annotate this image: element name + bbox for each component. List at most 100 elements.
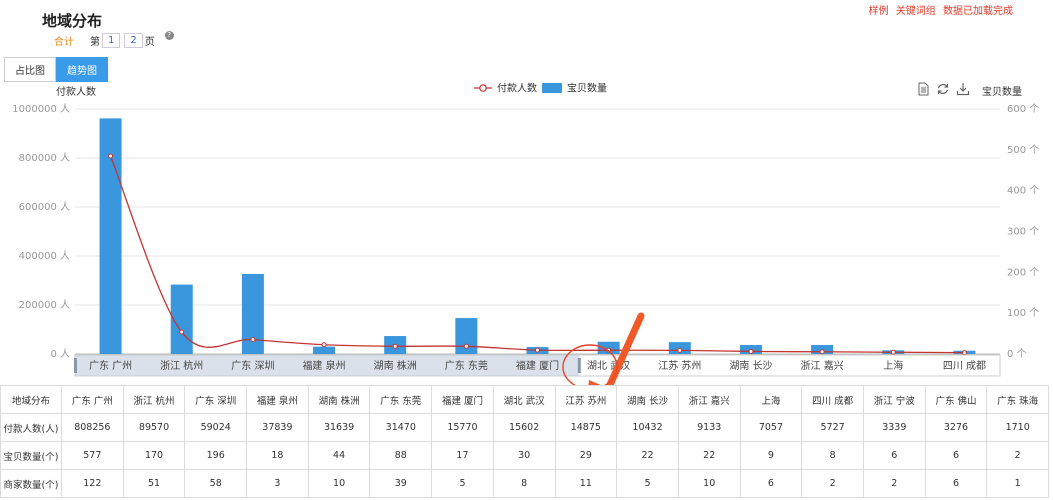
table-cell: 59024	[184, 413, 248, 442]
table-row-header: 宝贝数量(个)	[0, 441, 62, 470]
right-tick-label: 100 个	[1007, 307, 1039, 319]
page-1-button[interactable]: 1	[102, 33, 121, 48]
line-series-path	[109, 155, 965, 354]
table-cell: 170	[122, 441, 186, 470]
table-cell: 福建 泉州	[246, 385, 309, 414]
table-cell: 9133	[677, 413, 741, 442]
table-cell: 10	[677, 469, 741, 498]
table-cell: 浙江 宁波	[862, 385, 926, 414]
x-tick-label: 福建 泉州	[302, 359, 345, 372]
line-point	[961, 350, 967, 356]
line-point	[392, 343, 398, 349]
table-cell: 2	[801, 469, 864, 498]
table-row-header: 付款人数(人)	[0, 413, 62, 442]
table-cell: 44	[307, 441, 371, 470]
table-cell: 122	[61, 469, 124, 498]
line-point	[819, 349, 825, 355]
table-cell: 湖南 长沙	[616, 385, 679, 414]
legend-label: 宝贝数量	[567, 82, 607, 95]
table-cell: 58	[184, 469, 248, 498]
x-tick-label: 福建 厦门	[516, 359, 559, 372]
x-tick-label: 浙江 杭州	[160, 359, 203, 372]
load-status: 数据已加载完成	[943, 6, 1013, 17]
table-cell: 31470	[369, 413, 433, 442]
line-point	[250, 337, 256, 343]
table-cell: 39	[369, 469, 433, 498]
table-cell: 上海	[739, 385, 803, 414]
page-title: 地域分布	[42, 12, 103, 30]
left-axis-title: 付款人数	[56, 85, 96, 98]
top-links: 样例 关键词组 数据已加载完成	[865, 2, 1013, 17]
link-keyword-group[interactable]: 关键词组	[896, 6, 936, 17]
table-cell: 福建 厦门	[431, 385, 494, 414]
x-tick-label: 湖南 长沙	[729, 359, 772, 372]
total-label[interactable]: 合计	[54, 33, 74, 48]
table-cell: 808256	[61, 413, 124, 442]
trend-chart: 0 人 200000 人 400000 人 600000 人 800000 人 10000…	[12, 82, 1039, 385]
table-cell: 湖南 株洲	[307, 385, 371, 414]
table-cell: 5	[616, 469, 679, 498]
table-cell: 3339	[862, 413, 926, 442]
table-cell: 浙江 嘉兴	[677, 385, 741, 414]
table-row-header: 商家数量(个)	[0, 469, 62, 498]
help-icon[interactable]: ?	[164, 31, 174, 40]
table-cell: 8	[801, 441, 864, 470]
table-cell: 5727	[801, 413, 864, 442]
x-tick-label: 广东 东莞	[445, 359, 488, 372]
table-row: 宝贝数量(个) 577 170 196 18 44 88 17 30 29 22 22 9 8 6 6 2	[0, 441, 1049, 470]
table-cell: 18	[246, 441, 309, 470]
legend-bar-swatch	[542, 83, 562, 93]
chart-tabs: 占比图 趋势图	[4, 57, 108, 82]
table-cell: 88	[369, 441, 433, 470]
right-tick-label: 400 个	[1007, 185, 1039, 197]
x-tick-label: 湖南 株洲	[374, 359, 417, 372]
left-tick-label: 800000 人	[19, 152, 70, 164]
table-cell: 6	[924, 441, 988, 470]
line-point	[890, 349, 896, 355]
left-tick-label: 600000 人	[19, 201, 70, 213]
table-cell: 湖北 武汉	[492, 385, 556, 414]
table-row-header: 地域分布	[0, 385, 62, 414]
table-cell: 6	[924, 469, 988, 498]
table-cell: 196	[184, 441, 248, 470]
table-cell: 89570	[122, 413, 186, 442]
table-cell: 577	[61, 441, 124, 470]
table-cell: 37839	[246, 413, 309, 442]
right-tick-label: 0 个	[1007, 348, 1027, 360]
zoom-slider-handle-left	[74, 358, 77, 373]
tab-trend[interactable]: 趋势图	[56, 57, 108, 82]
table-cell: 6	[862, 441, 926, 470]
left-tick-label: 200000 人	[19, 299, 70, 311]
table-cell: 6	[739, 469, 803, 498]
table-cell: 29	[554, 441, 618, 470]
line-point	[179, 329, 185, 335]
table-cell: 15602	[492, 413, 556, 442]
table-cell: 3276	[924, 413, 988, 442]
table-cell: 22	[677, 441, 741, 470]
tab-share[interactable]: 占比图	[4, 57, 56, 82]
table-cell: 10	[307, 469, 371, 498]
x-tick-label: 浙江 嘉兴	[801, 359, 844, 372]
table-row: 付款人数(人) 808256 89570 59024 37839 31639 31470 15…	[0, 413, 1049, 442]
line-point	[677, 347, 683, 353]
summary-bar: 合计 第 1 2 页 ?	[54, 31, 174, 48]
bar	[313, 346, 336, 354]
right-tick-label: 600 个	[1007, 103, 1039, 115]
table-cell: 2	[862, 469, 926, 498]
left-tick-label: 0 人	[50, 348, 70, 360]
right-tick-label: 200 个	[1007, 266, 1039, 278]
x-tick-label: 上海	[883, 359, 903, 372]
table-cell: 2	[986, 441, 1049, 470]
table-cell: 11	[554, 469, 618, 498]
left-tick-label: 400000 人	[19, 250, 70, 262]
x-tick-label: 广东 深圳	[231, 359, 274, 372]
page-prefix: 第	[90, 37, 100, 48]
table-cell: 5	[431, 469, 494, 498]
legend-label: 付款人数	[497, 82, 537, 95]
table-cell: 22	[616, 441, 679, 470]
x-tick-label: 四川 成都	[943, 360, 986, 372]
link-sample[interactable]: 样例	[869, 6, 889, 17]
table-cell: 14875	[554, 413, 618, 442]
page-2-button[interactable]: 2	[124, 33, 143, 48]
table-cell: 17	[431, 441, 494, 470]
